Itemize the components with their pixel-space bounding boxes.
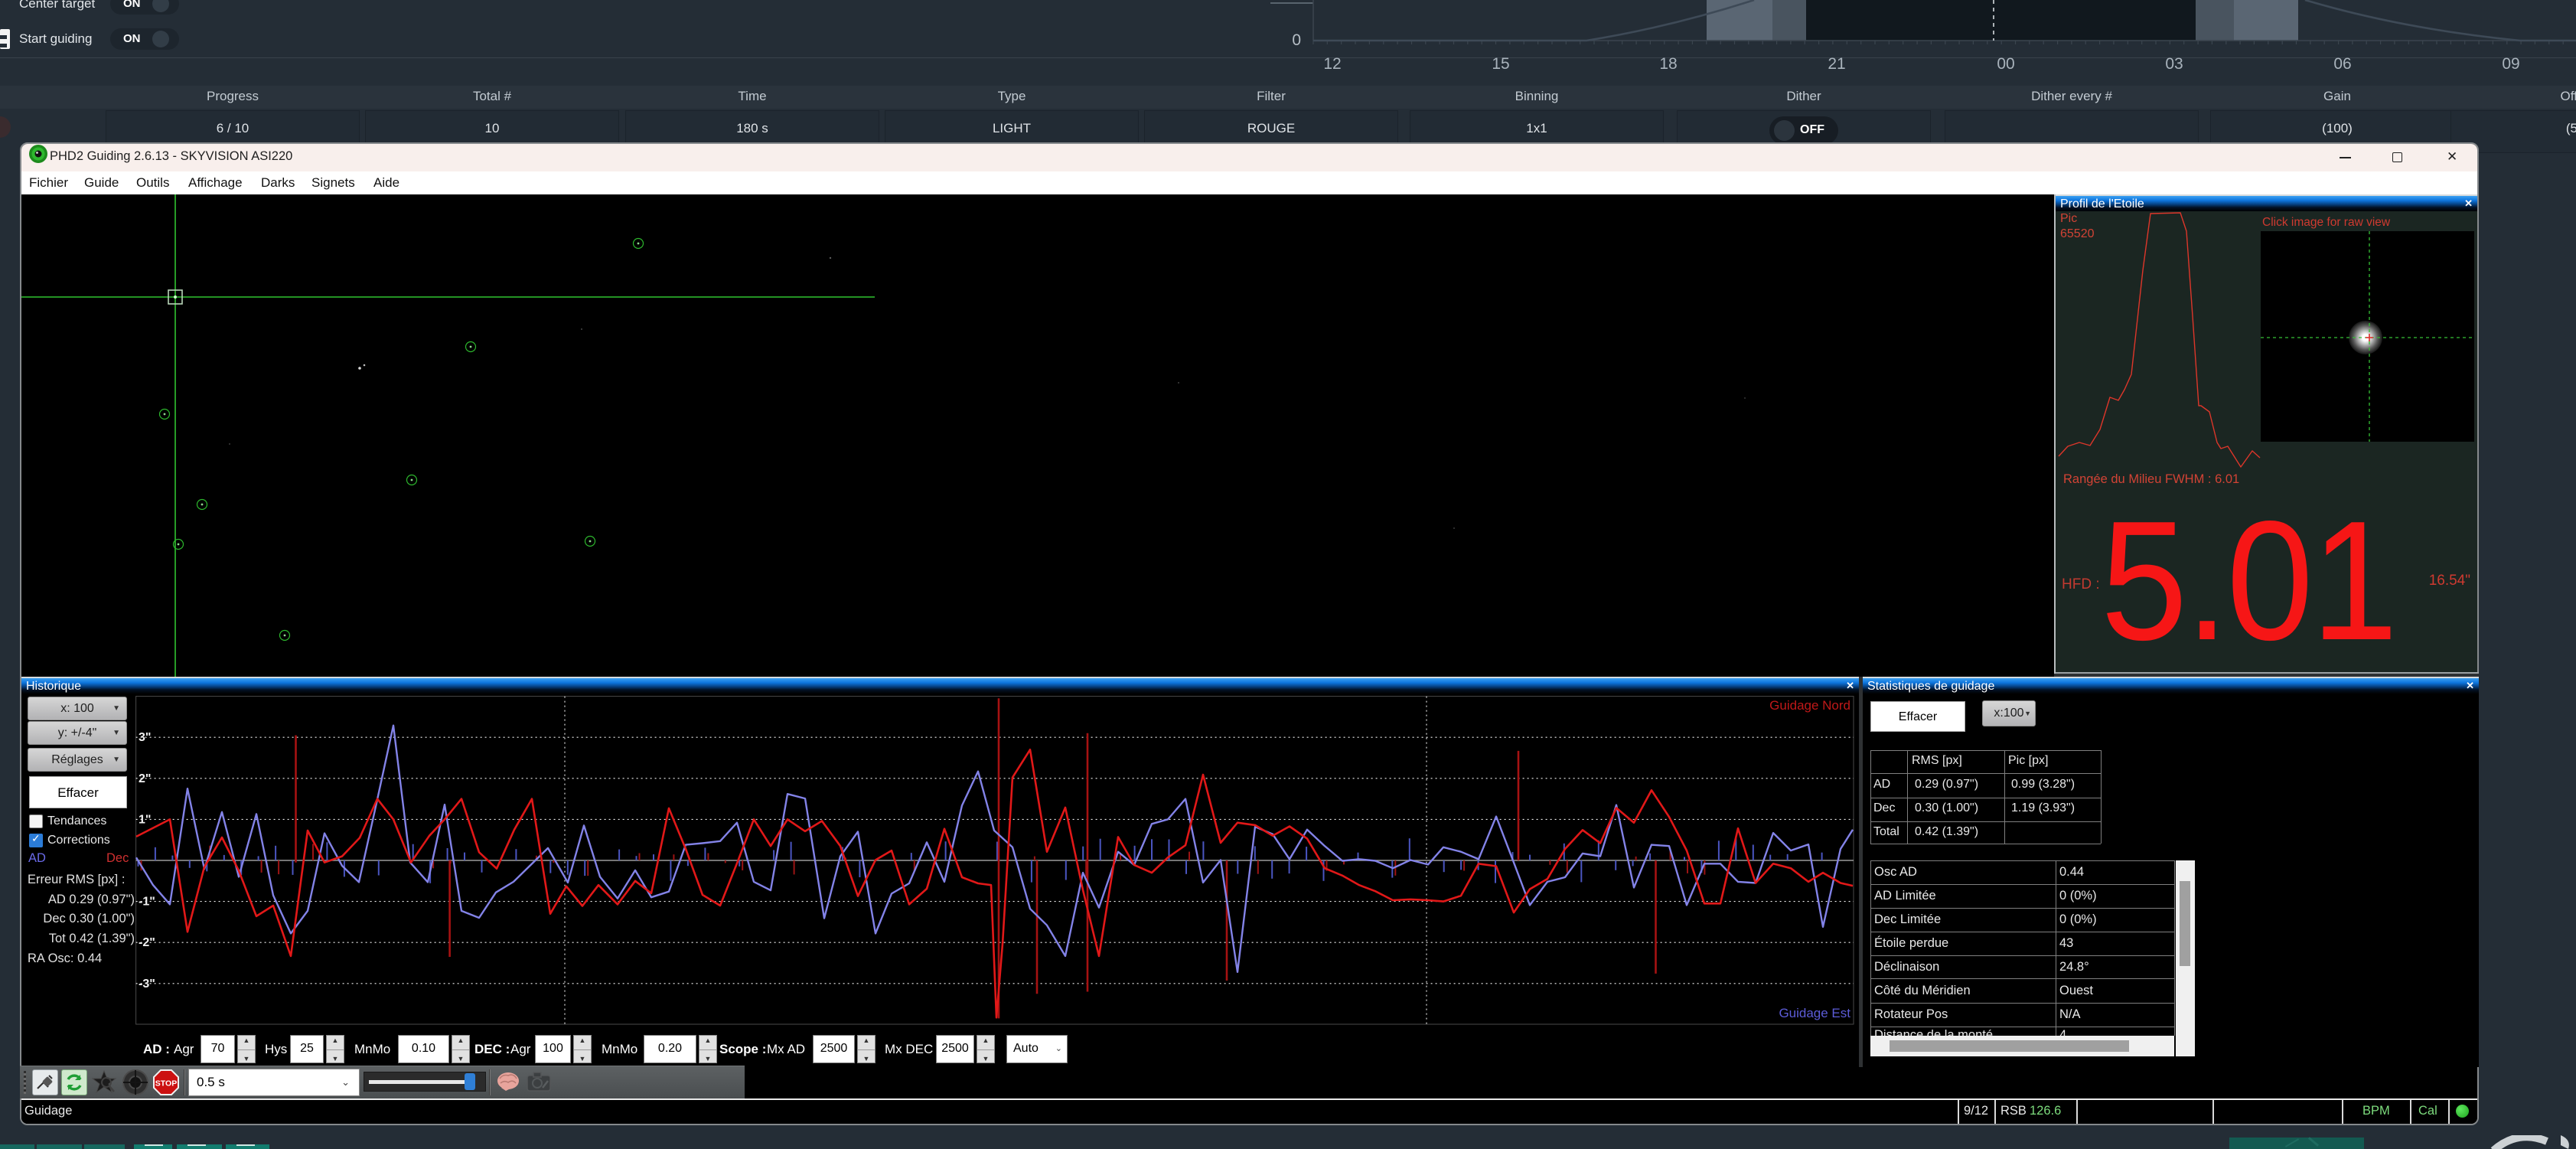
svg-text:3": 3" — [139, 731, 151, 744]
svg-text:STOP: STOP — [155, 1079, 177, 1089]
svg-text:1": 1" — [139, 813, 151, 826]
svg-text:2": 2" — [139, 772, 151, 785]
svg-text:Guidage Nord: Guidage Nord — [1769, 698, 1850, 713]
svg-text:Guidage Est: Guidage Est — [1779, 1006, 1850, 1020]
svg-text:-1": -1" — [139, 896, 155, 909]
svg-text:-3": -3" — [139, 978, 155, 991]
svg-text:-2": -2" — [139, 936, 155, 949]
